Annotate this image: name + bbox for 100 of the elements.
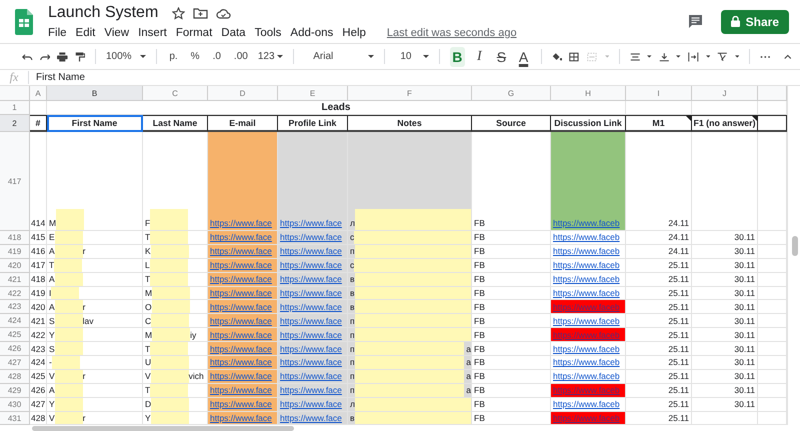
number-format-button[interactable]: .0 — [210, 51, 224, 62]
lock-icon — [730, 16, 740, 27]
row-number[interactable]: 428 — [0, 370, 30, 384]
discussion-link[interactable]: https://www.faceb — [553, 399, 620, 410]
document-title[interactable]: Launch System — [48, 4, 158, 22]
column-header[interactable]: A — [30, 86, 47, 101]
menu-item[interactable]: Tools — [254, 26, 286, 38]
column-header[interactable]: H — [551, 86, 626, 101]
formula-input[interactable]: First Name — [29, 72, 85, 83]
italic-button[interactable]: I — [472, 46, 487, 66]
discussion-link[interactable]: https://www.faceb — [553, 232, 620, 242]
column-header[interactable]: F — [348, 86, 472, 101]
row-number[interactable]: 421 — [0, 272, 30, 287]
table-cell: Y — [49, 330, 55, 340]
scrollbar-thumb[interactable] — [792, 236, 798, 256]
column-header[interactable]: B — [47, 86, 143, 101]
menu-item[interactable]: Insert — [138, 26, 171, 38]
column-title[interactable]: Source — [472, 115, 551, 132]
table-cell: FB — [472, 286, 551, 300]
discussion-link[interactable]: https://www.faceb — [553, 357, 620, 368]
column-header[interactable]: G — [472, 86, 551, 101]
row-number[interactable]: 2 — [0, 115, 30, 132]
scrollbar-thumb[interactable] — [32, 426, 294, 431]
row-number[interactable]: 431 — [0, 412, 30, 426]
strikethrough-button[interactable]: S — [494, 46, 509, 66]
row-number[interactable]: 427 — [0, 356, 30, 370]
folder-icon[interactable] — [193, 7, 208, 19]
column-title[interactable]: # — [30, 115, 47, 132]
row-number[interactable]: 420 — [0, 258, 30, 273]
table-cell: 25.11 — [626, 314, 692, 328]
column-header[interactable]: C — [143, 86, 208, 101]
text-color-button[interactable]: A — [516, 46, 532, 66]
row-number[interactable]: 424 — [0, 314, 30, 328]
table-cell: 25.11 — [626, 384, 692, 398]
table-cell: Y — [145, 413, 151, 424]
discussion-link[interactable]: https://www.faceb — [553, 288, 620, 298]
menu-item[interactable]: Add-ons — [290, 26, 338, 38]
table-cell: 30.11 — [692, 384, 758, 398]
email-link[interactable]: https://www.face — [210, 218, 272, 228]
row-number[interactable]: 418 — [0, 231, 30, 245]
row-number[interactable]: 426 — [0, 342, 30, 356]
row-number[interactable]: 425 — [0, 328, 30, 342]
column-header[interactable]: I — [626, 86, 692, 101]
row-number[interactable]: 422 — [0, 286, 30, 300]
comment-icon[interactable] — [688, 14, 703, 29]
discussion-link[interactable]: https://www.faceb — [553, 316, 620, 326]
column-header[interactable]: E — [278, 86, 348, 101]
column-header[interactable]: J — [692, 86, 758, 101]
merge-cells-icon[interactable] — [586, 50, 598, 62]
number-format-button[interactable]: % — [188, 51, 203, 62]
fill-color-icon[interactable] — [552, 50, 562, 62]
vertical-align-icon[interactable] — [658, 50, 670, 62]
zoom-dropdown[interactable]: 100% — [106, 51, 146, 62]
number-format-button[interactable]: .00 — [230, 51, 251, 62]
share-button[interactable]: Share — [720, 10, 789, 34]
table-cell: K — [145, 246, 151, 256]
align-center-icon[interactable] — [630, 50, 640, 62]
row-number[interactable]: 417 — [0, 132, 30, 231]
column-title[interactable]: Last Name — [143, 115, 208, 132]
table-cell: U — [145, 357, 152, 368]
cloud-icon[interactable] — [216, 8, 232, 18]
row-number[interactable]: 423 — [0, 300, 30, 314]
menu-item[interactable]: View — [104, 26, 134, 38]
text-wrap-icon[interactable] — [688, 50, 699, 62]
number-format-dropdown[interactable]: 123 — [258, 51, 283, 62]
discussion-link[interactable]: https://www.faceb — [553, 246, 620, 256]
menu-item[interactable]: Help — [342, 26, 370, 38]
menu-item[interactable]: Edit — [76, 26, 100, 38]
discussion-link[interactable]: https://www.faceb — [553, 371, 620, 382]
table-cell: FB — [472, 231, 551, 245]
print-icon[interactable] — [57, 50, 68, 62]
table-cell: M — [145, 330, 152, 340]
text-rotation-icon[interactable] — [717, 50, 728, 62]
last-edit-link[interactable]: Last edit was seconds ago — [386, 26, 517, 38]
borders-icon[interactable] — [569, 50, 580, 62]
menu-item[interactable]: File — [48, 26, 71, 38]
discussion-link[interactable]: https://www.faceb — [553, 260, 620, 270]
table-cell: 419 — [30, 286, 47, 300]
column-header[interactable]: D — [208, 86, 278, 101]
menu-item[interactable]: Format — [176, 26, 216, 38]
paint-format-icon[interactable] — [74, 50, 86, 62]
discussion-link[interactable]: https://www.faceb — [553, 274, 620, 284]
font-dropdown[interactable]: Arial — [313, 51, 374, 62]
menu-item[interactable]: Data — [221, 26, 250, 38]
spreadsheet-logo-icon[interactable] — [15, 8, 33, 34]
font-size-dropdown[interactable]: 10 — [400, 51, 429, 62]
row-number[interactable]: 430 — [0, 398, 30, 412]
column-title[interactable]: First Name — [47, 115, 143, 132]
row-number[interactable]: 1 — [0, 101, 30, 115]
star-icon[interactable] — [172, 6, 186, 20]
row-number[interactable]: 429 — [0, 384, 30, 398]
row-number[interactable]: 419 — [0, 244, 30, 259]
bold-button[interactable]: B — [450, 46, 465, 66]
discussion-link[interactable]: https://www.faceb — [553, 218, 620, 228]
discussion-link[interactable]: https://www.faceb — [553, 344, 620, 354]
column-title[interactable]: M1 — [626, 115, 692, 132]
column-title[interactable]: F1 (no answer) — [692, 115, 758, 132]
collapse-chevron-icon[interactable] — [784, 54, 792, 60]
profile-link[interactable]: https://www.face — [280, 218, 342, 228]
number-format-button[interactable]: p. — [166, 51, 181, 62]
